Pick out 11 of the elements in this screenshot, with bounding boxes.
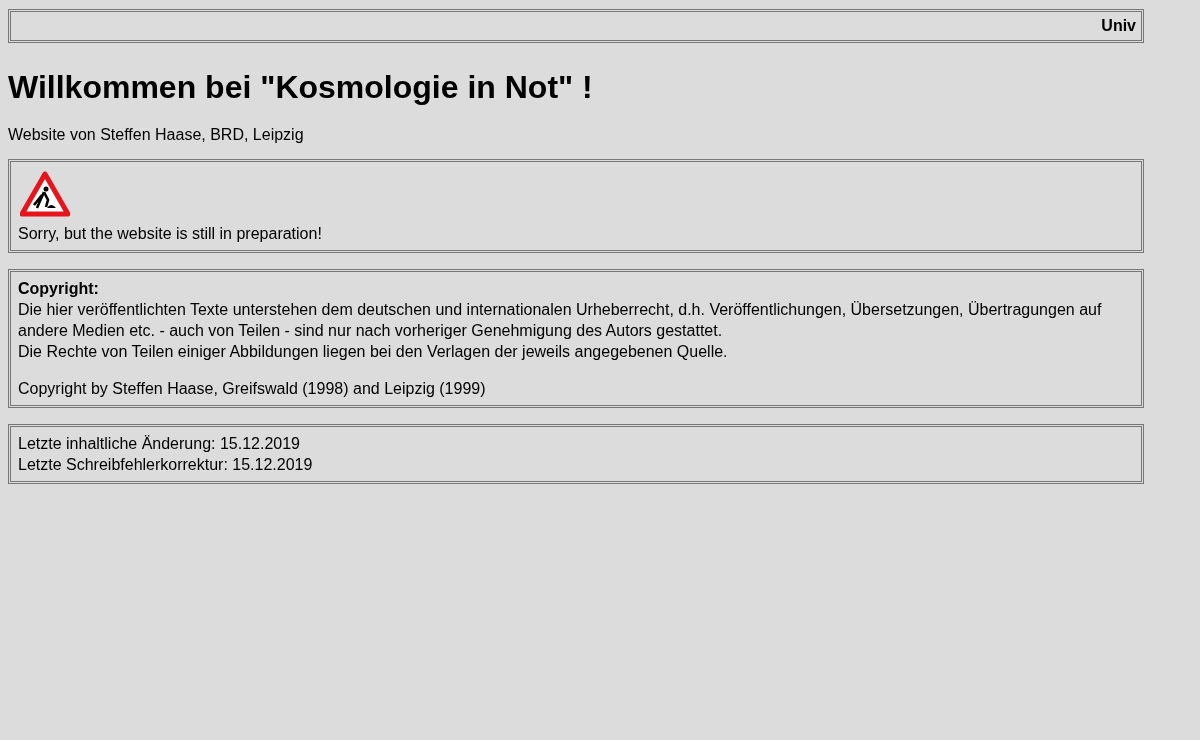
change-date: Letzte inhaltliche Änderung: 15.12.2019 (18, 434, 301, 454)
page-title: Willkommen bei "Kosmologie in Not" ! (8, 69, 594, 106)
change-date: Letzte Schreibfehlerkorrektur: 15.12.2019 (18, 455, 314, 475)
notice-text: Sorry, but the website is still in preparation! (18, 224, 323, 244)
subtitle: Website von Steffen Haase, BRD, Leipzig (8, 126, 305, 144)
copyright-text: Die hier veröffentlichten Texte unterstehen dem deutschen und internationalen Urheberrecht, d.h. Veröffentlichungen, Übersetzungen, Übertragungen auf andere Medien etc. - auch von Teilen - sind nur nach vorheriger Genehmigung des Autors gestattet. (18, 300, 1103, 341)
copyright-text: Die Rechte von Teilen einiger Abbildungen liegen bei den Verlagen der jeweils angegebenen Quelle. (18, 342, 729, 362)
marquee-text: Univ (1101, 17, 1136, 34)
construction-sign-icon (20, 171, 70, 217)
copyright-note: Copyright by Steffen Haase, Greifswald (1998) and Leipzig (1999) (18, 379, 487, 399)
copyright-title: Copyright: (18, 279, 100, 299)
